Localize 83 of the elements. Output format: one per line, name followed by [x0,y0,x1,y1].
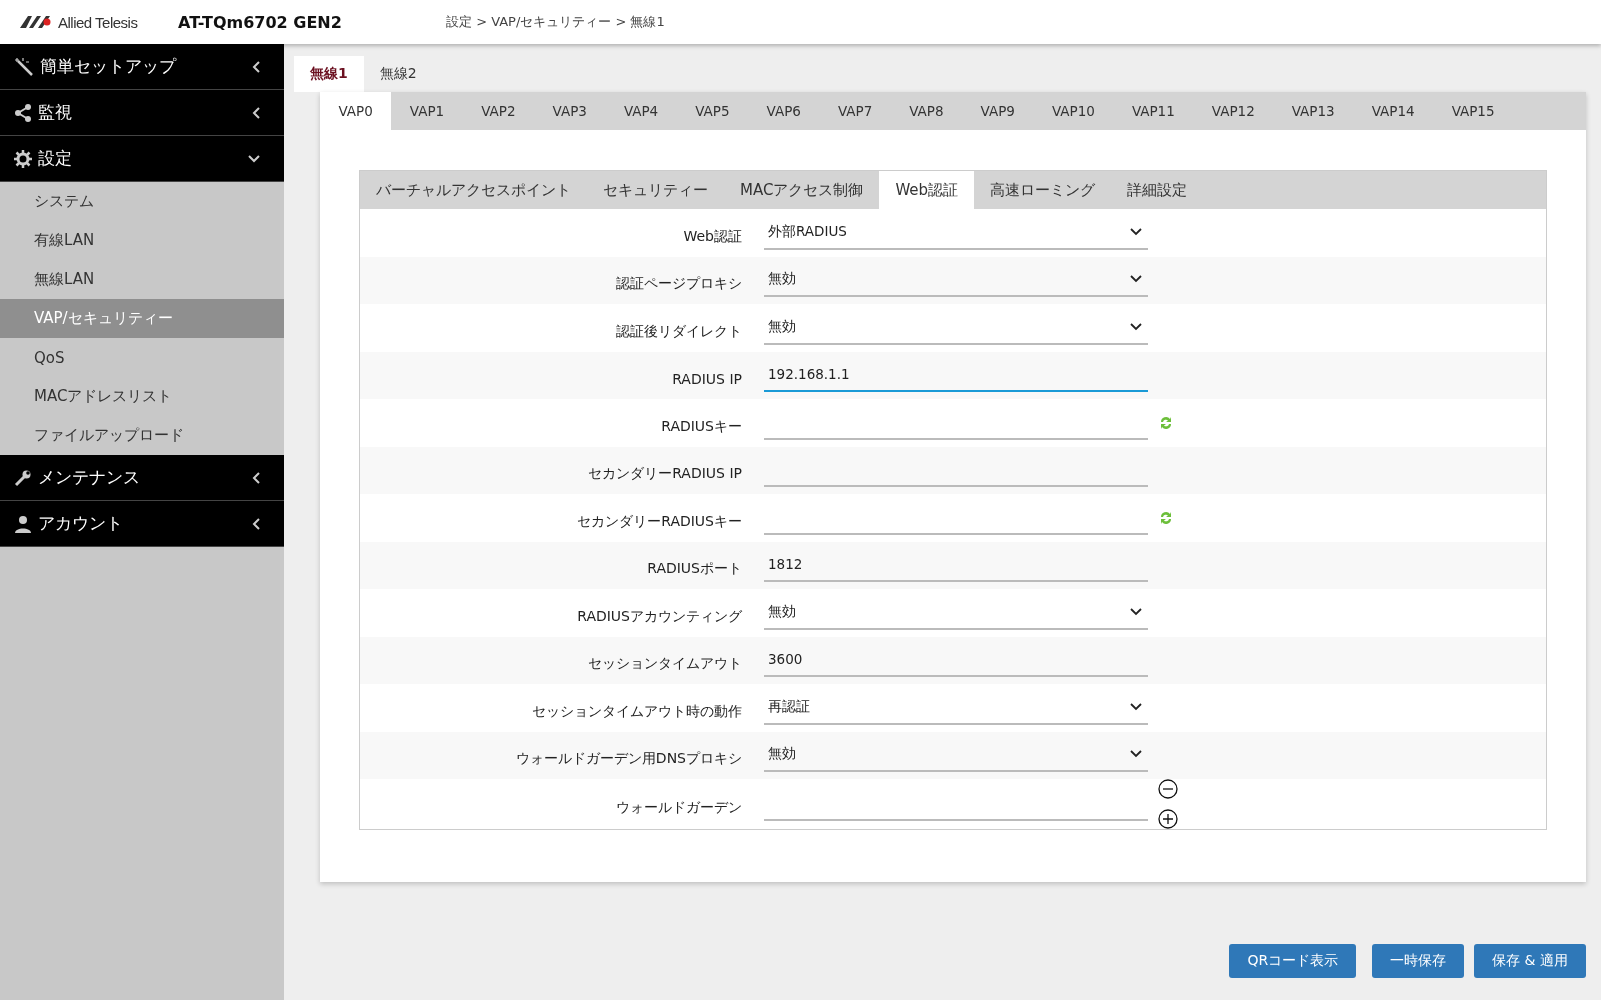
field-label: RADIUSポート [646,559,743,579]
user-icon [14,514,32,533]
vap-tab[interactable]: VAP12 [1193,92,1274,130]
vap-tab[interactable]: VAP10 [1033,92,1114,130]
section-tab[interactable]: MACアクセス制御 [724,171,880,209]
select-field[interactable]: 再認証 [764,690,1148,725]
chevron-left-icon [252,60,260,73]
sidebar-item[interactable]: ファイルアップロード [0,416,284,455]
section-tab[interactable]: バーチャルアクセスポイント [360,171,587,209]
sidebar-item[interactable]: システム [0,182,284,221]
sidebar-group[interactable]: アカウント [0,501,284,547]
logo-text: Allied Telesis [58,13,138,31]
action-button[interactable]: QRコード表示 [1229,944,1357,978]
vap-tab[interactable]: VAP6 [748,92,820,130]
vap-tab[interactable]: VAP11 [1113,92,1194,130]
chevron-left-icon [252,106,260,119]
breadcrumb: 設定 > VAP/セキュリティー > 無線1 [446,13,665,31]
vap-tab[interactable]: VAP8 [890,92,963,130]
section-tab[interactable]: 詳細設定 [1111,171,1204,209]
vap-tab[interactable]: VAP0 [320,92,392,130]
section-tab[interactable]: Web認証 [879,171,975,209]
sidebar-item[interactable]: MACアドレスリスト [0,377,284,416]
select-field[interactable]: 無効 [764,595,1148,630]
add-icon[interactable] [1158,809,1178,829]
section-tab[interactable]: セキュリティー [587,171,724,209]
vap-tab[interactable]: VAP2 [462,92,535,130]
field-label: RADIUS IP [671,370,743,388]
vap-tab[interactable]: VAP15 [1433,92,1514,130]
sidebar-item[interactable]: 無線LAN [0,260,284,299]
vap-tab[interactable]: VAP13 [1273,92,1354,130]
magic-wand-icon [14,56,34,77]
field-label: ウォールドガーデン [615,798,743,817]
remove-icon[interactable] [1158,779,1178,799]
select-field[interactable]: 無効 [764,310,1148,345]
sidebar-item[interactable]: 有線LAN [0,221,284,260]
caret-icon [1130,227,1142,236]
chevron-left-icon [252,471,260,484]
field-label: 認証後リダイレクト [615,321,743,341]
wrench-icon [14,468,32,487]
vap-tab[interactable]: VAP14 [1353,92,1434,130]
chevron-left-icon [252,517,260,530]
caret-icon [1130,322,1142,331]
sidebar-group[interactable]: 設定 [0,136,284,182]
select-field[interactable]: 無効 [764,738,1148,773]
refresh-icon[interactable] [1158,509,1174,526]
caret-icon [1130,275,1142,284]
vap-tab[interactable]: VAP3 [534,92,606,130]
field-label: セッションタイムアウト [587,654,743,674]
sidebar-group[interactable]: メンテナンス [0,455,284,501]
settings-icon [14,149,32,168]
vap-tab[interactable]: VAP4 [605,92,677,130]
radio-tab[interactable]: 無線2 [363,56,433,92]
share-icon [14,103,32,122]
select-field[interactable]: 無効 [764,263,1148,298]
chevron-down-icon [248,154,260,163]
field-label: RADIUSアカウンティング [576,606,743,626]
field-label: Web認証 [682,226,743,246]
caret-icon [1130,750,1142,759]
sidebar-group[interactable]: 監視 [0,90,284,136]
action-button[interactable]: 保存 & 適用 [1474,944,1586,978]
action-button[interactable]: 一時保存 [1372,944,1465,978]
section-tab[interactable]: 高速ローミング [974,171,1112,209]
input-field[interactable]: 192.168.1.1 [764,358,1148,393]
sidebar-item[interactable]: QoS [0,338,284,377]
vap-tab[interactable]: VAP9 [962,92,1034,130]
refresh-icon[interactable] [1158,414,1174,431]
vap-tab[interactable]: VAP1 [391,92,463,130]
vap-tab[interactable]: VAP7 [819,92,891,130]
device-model: AT-TQm6702 GEN2 [178,12,343,32]
caret-icon [1130,702,1142,711]
field-label: ウォールドガーデン用DNSプロキシ [514,749,743,769]
field-label: セカンダリーRADIUS IP [587,464,743,484]
select-field[interactable]: 外部RADIUS [764,215,1148,250]
field-label: 認証ページプロキシ [615,274,743,294]
input-field[interactable]: 1812 [764,548,1148,583]
radio-tab[interactable]: 無線1 [294,56,364,92]
input-field[interactable]: 3600 [764,643,1148,678]
vap-tab[interactable]: VAP5 [676,92,749,130]
sidebar-group[interactable]: 簡単セットアップ [0,44,284,90]
field-label: セッションタイムアウト時の動作 [531,701,743,721]
field-label: RADIUSキー [660,416,743,436]
field-label: セカンダリーRADIUSキー [576,511,743,531]
caret-icon [1130,607,1142,616]
